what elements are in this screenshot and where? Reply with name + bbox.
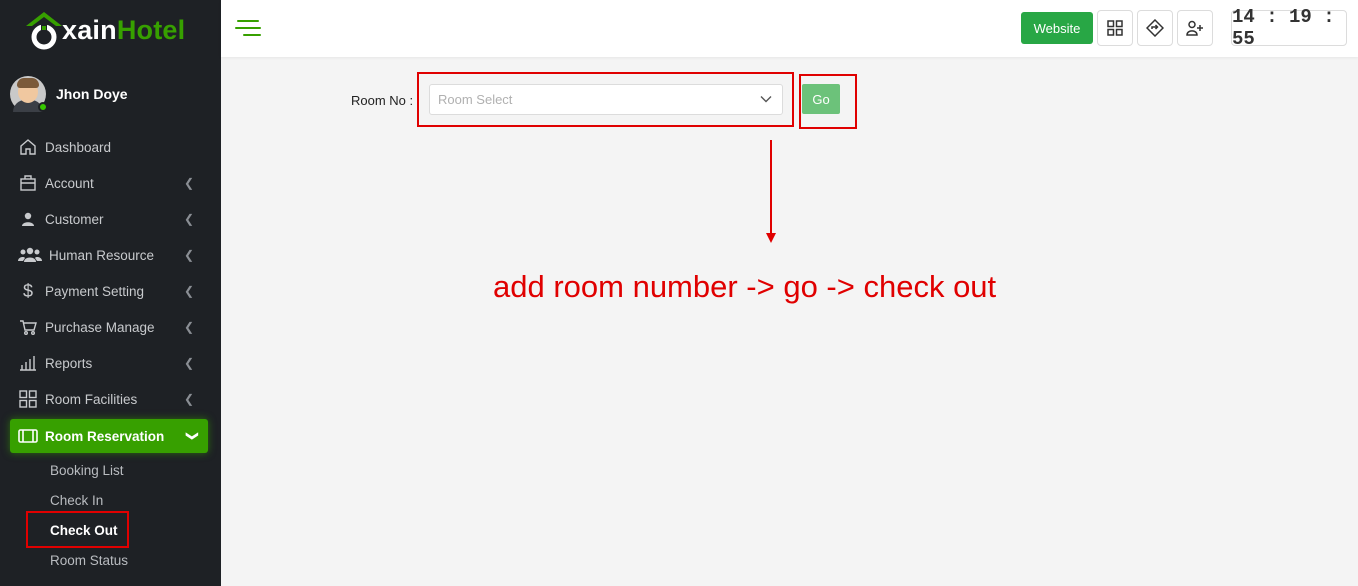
sidebar-item-label: Account bbox=[45, 175, 94, 191]
grid-icon bbox=[18, 389, 38, 409]
highlight-box-room-select bbox=[417, 72, 794, 127]
cart-icon bbox=[18, 317, 38, 337]
ticket-icon bbox=[18, 426, 38, 446]
sidebar-item-account[interactable]: Account ❮ bbox=[10, 165, 208, 201]
sidebar-item-dashboard[interactable]: Dashboard bbox=[10, 129, 208, 165]
briefcase-icon bbox=[18, 173, 38, 193]
users-icon bbox=[18, 245, 42, 265]
sidebar-item-label: Dashboard bbox=[45, 139, 112, 155]
top-bar: Website 14 : 19 : 55 bbox=[221, 0, 1358, 57]
sidebar-item-label: Room Reservation bbox=[45, 428, 165, 444]
chevron-left-icon: ❮ bbox=[183, 320, 194, 334]
sidebar-item-room-facilities[interactable]: Room Facilities ❮ bbox=[10, 381, 208, 417]
brand-logo[interactable]: xainHotel bbox=[24, 8, 185, 52]
annotation-text: add room number -> go -> check out bbox=[493, 269, 997, 304]
clock-display: 14 : 19 : 55 bbox=[1231, 6, 1347, 50]
apps-grid-icon[interactable] bbox=[1097, 10, 1133, 46]
sidebar-item-label: Customer bbox=[45, 211, 104, 227]
chevron-left-icon: ❮ bbox=[183, 284, 194, 298]
chevron-left-icon: ❮ bbox=[183, 392, 194, 406]
brand-name: xainHotel bbox=[62, 15, 185, 46]
chevron-down-icon: ❮ bbox=[183, 430, 198, 442]
bar-chart-icon bbox=[18, 353, 38, 373]
home-icon bbox=[18, 137, 38, 157]
sidebar-item-payment-setting[interactable]: $ Payment Setting ❮ bbox=[10, 273, 208, 309]
avatar bbox=[10, 76, 48, 112]
room-no-label: Room No : bbox=[351, 93, 414, 108]
sidebar-item-label: Room Facilities bbox=[45, 391, 138, 407]
sidebar: xainHotel Jhon Doye Dashboard Account ❮ bbox=[0, 0, 221, 586]
sidebar-item-reports[interactable]: Reports ❮ bbox=[10, 345, 208, 381]
user-profile[interactable]: Jhon Doye bbox=[10, 76, 128, 112]
chevron-left-icon: ❮ bbox=[183, 248, 194, 262]
user-icon bbox=[18, 209, 38, 229]
hotel-logo-icon bbox=[26, 12, 62, 50]
add-user-icon[interactable] bbox=[1177, 10, 1213, 46]
brand-suffix: Hotel bbox=[116, 14, 186, 45]
chevron-left-icon: ❮ bbox=[183, 212, 194, 226]
menu-toggle-icon[interactable] bbox=[235, 18, 263, 38]
sidebar-item-label: Human Resource bbox=[49, 247, 155, 263]
online-status-dot bbox=[38, 102, 48, 112]
sidebar-menu: Dashboard Account ❮ Customer ❮ Human Res… bbox=[10, 129, 208, 453]
submenu-item-room-status[interactable]: Room Status bbox=[50, 545, 128, 575]
chevron-left-icon: ❮ bbox=[183, 356, 194, 370]
website-button[interactable]: Website bbox=[1021, 12, 1093, 44]
submenu-item-booking-list[interactable]: Booking List bbox=[50, 455, 128, 485]
sidebar-item-room-reservation[interactable]: Room Reservation ❮ bbox=[10, 419, 208, 453]
user-name: Jhon Doye bbox=[56, 86, 128, 102]
sidebar-item-label: Reports bbox=[45, 355, 93, 371]
sidebar-item-human-resource[interactable]: Human Resource ❮ bbox=[10, 237, 208, 273]
annotation-arrow-head bbox=[766, 233, 776, 243]
directions-icon[interactable] bbox=[1137, 10, 1173, 46]
highlight-box-check-out bbox=[26, 511, 129, 548]
brand-prefix: xain bbox=[62, 14, 117, 45]
annotation-arrow bbox=[770, 140, 772, 236]
chevron-left-icon: ❮ bbox=[183, 176, 194, 190]
highlight-box-go bbox=[799, 74, 857, 129]
dollar-icon: $ bbox=[22, 280, 33, 301]
sidebar-item-label: Payment Setting bbox=[45, 283, 145, 299]
sidebar-item-purchase-manage[interactable]: Purchase Manage ❮ bbox=[10, 309, 208, 345]
sidebar-item-customer[interactable]: Customer ❮ bbox=[10, 201, 208, 237]
main-content: Room No : Room Select Go add room number… bbox=[221, 57, 1358, 586]
sidebar-item-label: Purchase Manage bbox=[45, 319, 155, 335]
